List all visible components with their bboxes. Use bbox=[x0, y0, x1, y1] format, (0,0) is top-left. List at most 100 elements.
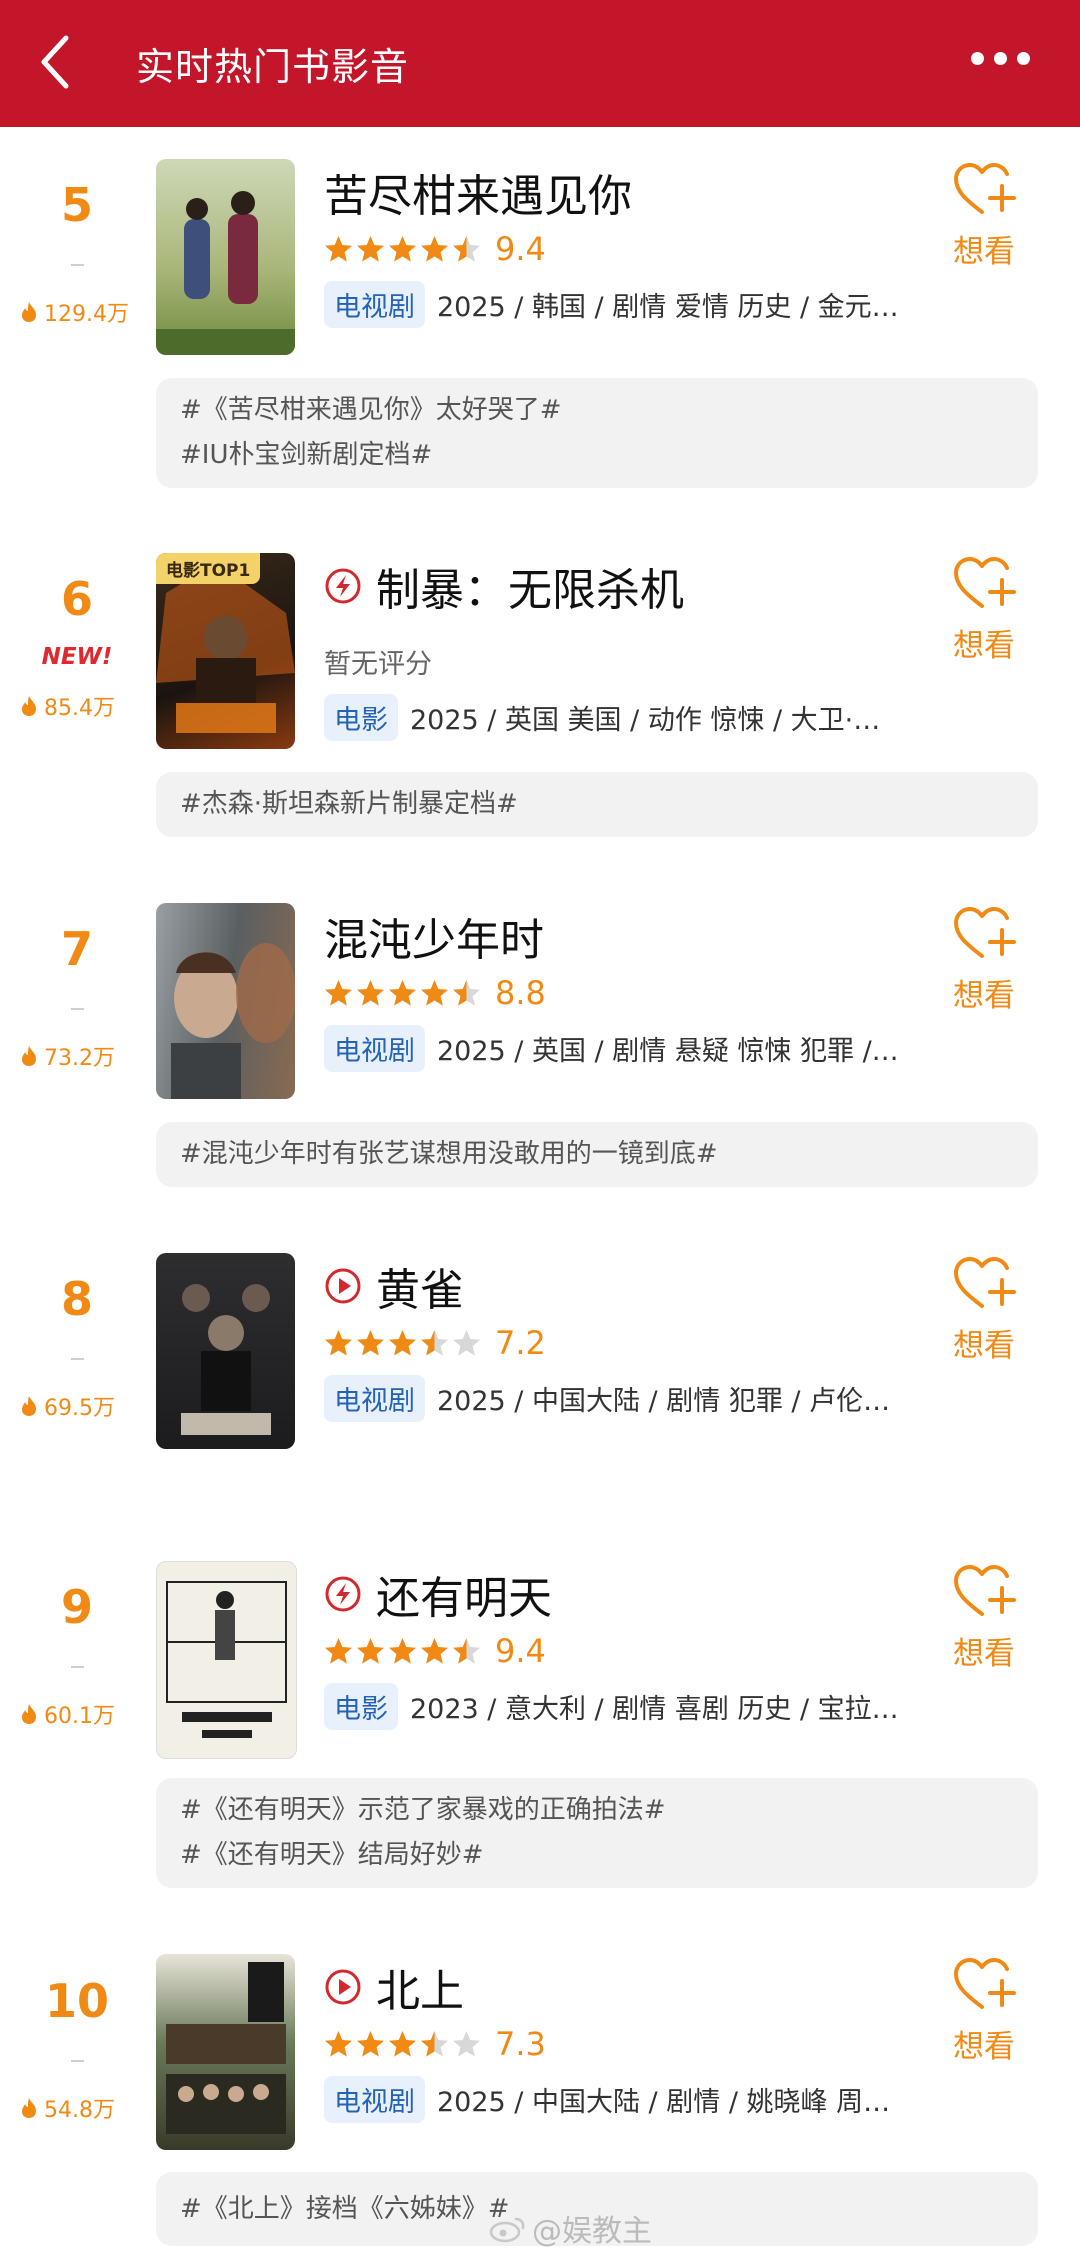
star-icon bbox=[421, 1330, 448, 1356]
heart-plus-icon bbox=[954, 1958, 1016, 2009]
star-icon bbox=[357, 1330, 384, 1356]
star-icon bbox=[357, 980, 384, 1006]
star-icon bbox=[325, 1638, 352, 1664]
star-icon bbox=[389, 236, 416, 262]
want-to-watch-button[interactable]: 想看 bbox=[944, 554, 1024, 665]
heat-value: 129.4万 bbox=[20, 296, 150, 328]
topic-link[interactable]: #《苦尽柑来遇见你》太好哭了# bbox=[180, 388, 1014, 433]
meta-info: 2025 / 英国 美国 / 动作 惊悚 / 大卫·… bbox=[410, 705, 881, 736]
topic-box[interactable]: #《苦尽柑来遇见你》太好哭了# #IU朴宝剑新剧定档# bbox=[156, 378, 1038, 488]
weibo-icon bbox=[489, 2217, 525, 2243]
star-icon bbox=[453, 1638, 480, 1664]
flame-icon bbox=[22, 696, 36, 716]
poster-image[interactable] bbox=[156, 903, 295, 1099]
star-icon bbox=[389, 980, 416, 1006]
topic-link[interactable]: #IU朴宝剑新剧定档# bbox=[180, 433, 1014, 478]
star-icon bbox=[421, 1638, 448, 1664]
rank-divider bbox=[71, 264, 84, 266]
flame-icon bbox=[22, 1046, 36, 1066]
meta-row: 电视剧 2025 / 中国大陆 / 剧情 犯罪 / 卢伦… bbox=[324, 1375, 890, 1422]
score: 7.2 bbox=[495, 1324, 546, 1362]
want-to-watch-button[interactable]: 想看 bbox=[944, 1955, 1024, 2066]
rank-number: 5 bbox=[60, 178, 93, 232]
rank-divider bbox=[71, 1358, 84, 1360]
topic-box[interactable]: #杰森·斯坦森新片制暴定档# bbox=[156, 772, 1038, 837]
star-rating bbox=[324, 1637, 481, 1665]
movie-icon bbox=[325, 568, 361, 604]
star-icon bbox=[357, 2031, 384, 2057]
flame-icon bbox=[22, 1704, 36, 1724]
page-title: 实时热门书影音 bbox=[136, 45, 410, 89]
topic-link[interactable]: #混沌少年时有张艺谋想用没敢用的一镜到底# bbox=[180, 1132, 1014, 1177]
want-to-watch-button[interactable]: 想看 bbox=[944, 904, 1024, 1015]
rating-row: 7.3 bbox=[324, 2025, 546, 2063]
meta-info: 2025 / 中国大陆 / 剧情 / 姚晓峰 周… bbox=[437, 2087, 891, 2118]
item-title[interactable]: 苦尽柑来遇见你 bbox=[324, 160, 632, 224]
heat-value: 54.8万 bbox=[20, 2092, 150, 2124]
meta-row: 电视剧 2025 / 中国大陆 / 剧情 / 姚晓峰 周… bbox=[324, 2076, 890, 2123]
heart-plus-icon bbox=[954, 557, 1016, 608]
poster-image[interactable] bbox=[156, 1253, 295, 1449]
topic-link[interactable]: #《还有明天》示范了家暴戏的正确拍法# bbox=[180, 1788, 1014, 1833]
star-icon bbox=[421, 980, 448, 1006]
meta-info: 2025 / 韩国 / 剧情 爱情 历史 / 金元… bbox=[437, 292, 899, 323]
meta-row: 电影 2025 / 英国 美国 / 动作 惊悚 / 大卫·… bbox=[324, 694, 880, 741]
poster-badge: 电影TOP1 bbox=[156, 553, 261, 584]
play-icon bbox=[325, 1969, 361, 2005]
star-icon bbox=[453, 236, 480, 262]
heat-value: 85.4万 bbox=[20, 690, 150, 722]
rank-divider bbox=[71, 1008, 84, 1010]
chevron-left-icon[interactable] bbox=[34, 30, 78, 94]
rating-row: 9.4 bbox=[324, 1632, 546, 1670]
star-icon bbox=[325, 236, 352, 262]
item-title[interactable]: 北上 bbox=[324, 1955, 464, 2019]
rating-row: 9.4 bbox=[324, 230, 546, 268]
star-icon bbox=[325, 1330, 352, 1356]
item-title[interactable]: 还有明天 bbox=[324, 1562, 552, 1626]
item-title[interactable]: 黄雀 bbox=[324, 1254, 464, 1318]
want-to-watch-button[interactable]: 想看 bbox=[944, 1254, 1024, 1365]
score: 9.4 bbox=[495, 230, 546, 268]
rank-number: 10 bbox=[44, 1974, 109, 2028]
star-icon bbox=[421, 2031, 448, 2057]
rank-number: 8 bbox=[60, 1272, 93, 1326]
meta-row: 电视剧 2025 / 英国 / 剧情 悬疑 惊悚 犯罪 /… bbox=[324, 1025, 899, 1072]
poster-image[interactable] bbox=[156, 1561, 297, 1759]
category-tag: 电影 bbox=[324, 1683, 398, 1730]
flame-icon bbox=[22, 1396, 36, 1416]
star-rating bbox=[324, 979, 481, 1007]
meta-row: 电影 2023 / 意大利 / 剧情 喜剧 历史 / 宝拉… bbox=[324, 1683, 899, 1730]
topic-box[interactable]: #《还有明天》示范了家暴戏的正确拍法# #《还有明天》结局好妙# bbox=[156, 1778, 1038, 1888]
topic-box[interactable]: #混沌少年时有张艺谋想用没敢用的一镜到底# bbox=[156, 1122, 1038, 1187]
category-tag: 电视剧 bbox=[324, 2076, 425, 2123]
star-icon bbox=[453, 980, 480, 1006]
item-title[interactable]: 制暴：无限杀机 bbox=[324, 554, 684, 618]
want-to-watch-button[interactable]: 想看 bbox=[944, 1562, 1024, 1673]
want-to-watch-button[interactable]: 想看 bbox=[944, 160, 1024, 271]
heart-plus-icon bbox=[954, 907, 1016, 958]
topic-link[interactable]: #《还有明天》结局好妙# bbox=[180, 1833, 1014, 1878]
star-rating bbox=[324, 2030, 481, 2058]
score: 8.8 bbox=[495, 974, 546, 1012]
no-rating-label: 暂无评分 bbox=[324, 649, 432, 680]
play-icon bbox=[325, 1268, 361, 1304]
category-tag: 电视剧 bbox=[324, 1375, 425, 1422]
heat-value: 60.1万 bbox=[20, 1698, 150, 1730]
watermark: @娱教主 bbox=[488, 2206, 652, 2250]
flame-icon bbox=[22, 2098, 36, 2118]
rank-number: 7 bbox=[60, 922, 93, 976]
item-title[interactable]: 混沌少年时 bbox=[324, 904, 544, 968]
poster-image[interactable] bbox=[156, 159, 295, 355]
new-badge: NEW! bbox=[41, 644, 113, 670]
category-tag: 电影 bbox=[324, 694, 398, 741]
meta-row: 电视剧 2025 / 韩国 / 剧情 爱情 历史 / 金元… bbox=[324, 281, 899, 328]
rank-number: 9 bbox=[60, 1580, 93, 1634]
star-icon bbox=[357, 236, 384, 262]
poster-image[interactable] bbox=[156, 1954, 295, 2150]
poster-image[interactable]: 电影TOP1 bbox=[156, 553, 295, 749]
score: 7.3 bbox=[495, 2025, 546, 2063]
star-icon bbox=[421, 236, 448, 262]
topic-link[interactable]: #杰森·斯坦森新片制暴定档# bbox=[180, 782, 1014, 827]
more-dots-icon[interactable] bbox=[971, 52, 1030, 65]
star-icon bbox=[453, 2031, 480, 2057]
